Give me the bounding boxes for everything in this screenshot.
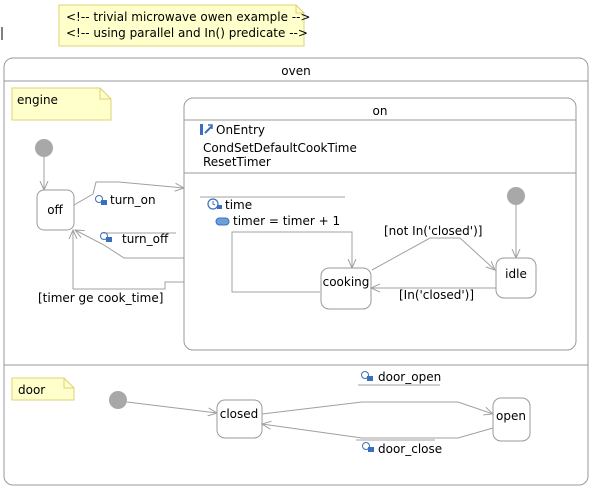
svg-text:off: off: [47, 203, 63, 217]
engine-initial-state[interactable]: [35, 139, 53, 157]
svg-text:closed: closed: [220, 407, 259, 421]
oven-title: oven: [281, 64, 310, 78]
label-door-open: door_open: [378, 370, 441, 384]
note-line-1: <!-- trivial microwave owen example -->: [66, 10, 311, 24]
region-engine-label: engine: [11, 87, 112, 121]
state-idle[interactable]: idle: [495, 257, 537, 299]
state-closed[interactable]: closed: [216, 399, 263, 439]
region-door-label: door: [11, 377, 75, 401]
label-turn-off: turn_off: [122, 232, 169, 246]
svg-text:cooking: cooking: [323, 275, 370, 289]
label-turn-on: turn_on: [110, 193, 156, 207]
door-initial-state[interactable]: [109, 391, 127, 409]
state-cooking[interactable]: cooking: [320, 267, 372, 310]
time-action: timer = timer + 1: [233, 214, 340, 228]
state-off[interactable]: off: [36, 189, 75, 231]
on-initial-state[interactable]: [507, 187, 525, 205]
comment-note[interactable]: <!-- trivial microwave owen example --> …: [58, 4, 311, 47]
label-on-entry: OnEntry: [216, 123, 265, 137]
note-line-2: <!-- using parallel and In() predicate -…: [66, 26, 308, 40]
svg-text:idle: idle: [505, 267, 527, 281]
on-title: on: [373, 104, 388, 118]
svg-text:open: open: [496, 409, 526, 423]
entry-action-1: CondSetDefaultCookTime: [203, 141, 357, 155]
statechart-canvas: <!-- trivial microwave owen example --> …: [1, 4, 589, 486]
label-not-in-closed: [not In('closed')]: [384, 224, 482, 238]
label-time: time: [225, 198, 252, 212]
svg-text:door: door: [18, 383, 45, 397]
svg-text:engine: engine: [17, 93, 58, 107]
label-timer-guard: [timer ge cook_time]: [38, 291, 163, 305]
label-door-close: door_close: [378, 442, 442, 456]
label-in-closed: [In('closed')]: [399, 288, 474, 302]
state-open[interactable]: open: [492, 397, 531, 442]
action-pill-icon: [215, 217, 230, 226]
entry-action-2: ResetTimer: [203, 155, 271, 169]
